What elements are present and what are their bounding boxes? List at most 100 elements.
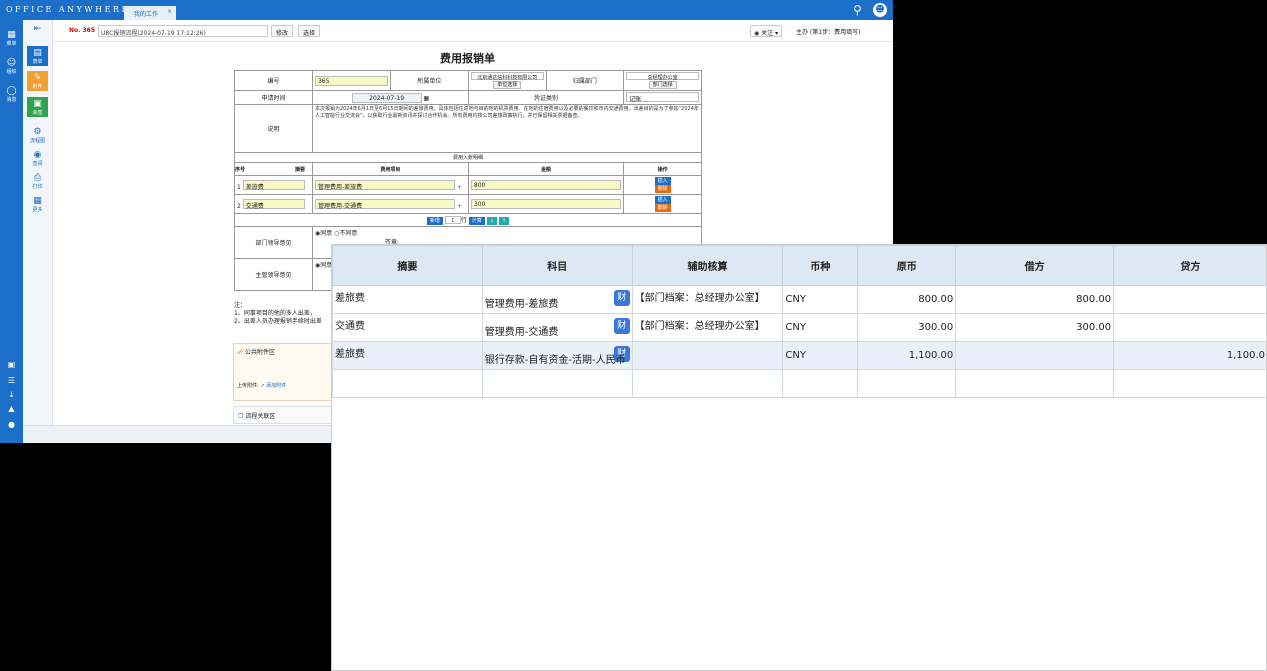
dept-field[interactable]: 总经理办公室 (626, 72, 699, 81)
empty-cell[interactable] (1113, 369, 1266, 398)
monitor-icon[interactable]: ▣ (0, 360, 23, 369)
tool-flowchart[interactable]: ⚙ 流程图 (27, 127, 48, 144)
col-summary: 摘要 (295, 166, 306, 173)
empty-cell[interactable] (782, 369, 859, 398)
unit-field[interactable]: 北京通达信科科技有限公司 (470, 72, 544, 81)
col-no: 序号 (235, 166, 246, 173)
link-icon: ❐ (238, 413, 244, 420)
credit-cell[interactable]: 1,100.0 (1113, 341, 1266, 370)
agree-radio[interactable]: ◉同意 (315, 230, 332, 237)
amount-field[interactable]: 300 (470, 199, 622, 209)
dept-select-button[interactable]: 部门选择 (648, 81, 677, 89)
unit-select-button[interactable]: 单位选择 (493, 81, 522, 89)
finance-icon[interactable]: 财 (613, 290, 630, 306)
summary-cell[interactable]: 交通费 (332, 313, 483, 342)
orig-cell[interactable]: 1,100.00 (857, 341, 957, 370)
debit-cell[interactable] (955, 341, 1115, 370)
agree-radio-2[interactable]: ◉同意 (315, 262, 332, 269)
app-logo: OFFICE ANYWHERE (6, 5, 130, 14)
download-icon[interactable]: ⤓ (0, 390, 23, 400)
empty-cell[interactable] (332, 369, 483, 398)
plus-icon[interactable]: + (457, 184, 462, 191)
close-icon[interactable]: × (167, 8, 172, 15)
credit-cell[interactable] (1113, 285, 1266, 314)
note-line: 2、出差人员办理报销手续时出差 (234, 318, 322, 325)
date-field[interactable]: 2024-07-19 (351, 92, 422, 103)
follow-button[interactable]: ◉ 关注 ▾ (750, 25, 783, 37)
currency-cell[interactable]: CNY (782, 285, 859, 314)
aux-cell[interactable] (631, 341, 784, 370)
desc-textarea[interactable]: 本次报销为2024年6月1日至6月15日期间的差旅费用。具体包括往返地与目的地的… (311, 104, 703, 153)
step-status: 主办 (第1步：费用填写) (796, 29, 861, 36)
calc-button[interactable]: 计算 (468, 217, 485, 225)
tab-my-work[interactable]: 我的工作 × (124, 6, 176, 20)
table-row: 交通费 管理费用-交通费 财 【部门档案：总经理办公室】 CNY 300.00 3… (332, 313, 1266, 342)
tool-more[interactable]: ▦ 更多 (27, 196, 48, 213)
import-icon[interactable]: ↑ (498, 217, 510, 225)
finance-icon[interactable]: 财 (613, 318, 630, 334)
empty-cell[interactable] (955, 369, 1115, 398)
credit-text: 1,100.0 (1226, 350, 1265, 361)
disagree-radio[interactable]: ○不同意 (334, 230, 357, 237)
summary-cell[interactable]: 差旅费 (332, 341, 483, 370)
add-attachment-link[interactable]: ↗ 添加附件 (260, 383, 286, 389)
shirt-icon[interactable]: ▲ (0, 404, 23, 413)
back-icon[interactable]: ⇤ (27, 24, 48, 34)
calendar-icon[interactable]: ▦ (424, 95, 430, 102)
flow-title-input[interactable]: U8C报销流程(2024-07-19 17:12:26) (98, 25, 268, 37)
orig-cell[interactable]: 800.00 (857, 285, 957, 314)
table-row: 2 交通费 管理费用-交通费 + 300 插入 删除 (234, 194, 702, 214)
currency-cell[interactable]: CNY (782, 313, 859, 342)
tool-attachment[interactable]: ✎ 附件 (27, 71, 48, 91)
currency-text: CNY (785, 322, 806, 333)
delete-button[interactable]: 删除 (654, 204, 671, 212)
table-row: 差旅费 管理费用-差旅费 财 【部门档案：总经理办公室】 CNY 800.00 8… (332, 285, 1266, 314)
plus-icon[interactable]: + (457, 203, 462, 210)
edit-button[interactable]: 修改 (271, 25, 294, 37)
search-icon[interactable]: ⚲ (853, 3, 862, 17)
tool-view[interactable]: ◉ 查阅 (27, 150, 48, 167)
row-unit: 行 (460, 217, 467, 224)
voucher-type-field[interactable]: 记账 (626, 92, 699, 103)
aux-cell[interactable]: 【部门档案：总经理办公室】 (631, 313, 784, 342)
insert-button[interactable]: 插入 (654, 177, 671, 185)
debit-text: 300.00 (1076, 322, 1112, 333)
attachment-area: ☍ 公共附件区 上传附件: ↗ 添加附件 (233, 343, 333, 401)
empty-cell[interactable] (857, 369, 957, 398)
summary-cell[interactable]: 差旅费 (332, 285, 483, 314)
orig-cell[interactable]: 300.00 (857, 313, 957, 342)
currency-cell[interactable]: CNY (782, 341, 859, 370)
aux-cell[interactable]: 【部门档案：总经理办公室】 (631, 285, 784, 314)
delete-button[interactable]: 删除 (654, 185, 671, 193)
more-dots-icon[interactable]: ● (0, 420, 23, 429)
sidebar-item-message[interactable]: ◯ 消息 (0, 86, 23, 103)
export-icon[interactable]: ↓ (486, 217, 497, 225)
tool-countersign[interactable]: ▣ 会签 (27, 97, 48, 117)
insert-button[interactable]: 插入 (654, 196, 671, 204)
empty-cell[interactable] (631, 369, 784, 398)
amount-field[interactable]: 800 (470, 180, 622, 190)
list-icon[interactable]: ☰ (0, 376, 23, 385)
summary-field[interactable]: 交通费 (242, 198, 305, 210)
empty-cell[interactable] (481, 369, 633, 398)
tool-label: 会签 (32, 110, 43, 116)
sidebar-item-menu[interactable]: ▦ 菜单 (0, 30, 23, 47)
id-field[interactable]: 365 (314, 75, 388, 86)
credit-cell[interactable] (1113, 313, 1266, 342)
summary-field[interactable]: 差旅费 (242, 179, 305, 191)
subject-cell[interactable]: 管理费用-交通费 财 (481, 313, 633, 342)
select-button[interactable]: 选择 (298, 25, 321, 37)
add-row-button[interactable]: 新增 (426, 217, 443, 225)
subject-cell[interactable]: 银行存款-自有资金-活期-人民币财 (481, 341, 633, 370)
subject-cell[interactable]: 管理费用-差旅费 财 (481, 285, 633, 314)
row-count-input[interactable]: 1 (444, 216, 461, 224)
sidebar-item-org[interactable]: ☺ 组织 (0, 58, 23, 75)
item-field[interactable]: 管理费用-差旅费 (314, 179, 455, 191)
tool-form[interactable]: ▤ 表单 (27, 46, 48, 66)
item-field[interactable]: 管理费用-交通费 (314, 198, 455, 210)
debit-cell[interactable]: 800.00 (955, 285, 1115, 314)
debit-cell[interactable]: 300.00 (955, 313, 1115, 342)
avatar[interactable]: ☻ (873, 3, 887, 17)
currency-text: CNY (785, 350, 806, 361)
tool-print[interactable]: ⎙ 打印 (27, 173, 48, 190)
